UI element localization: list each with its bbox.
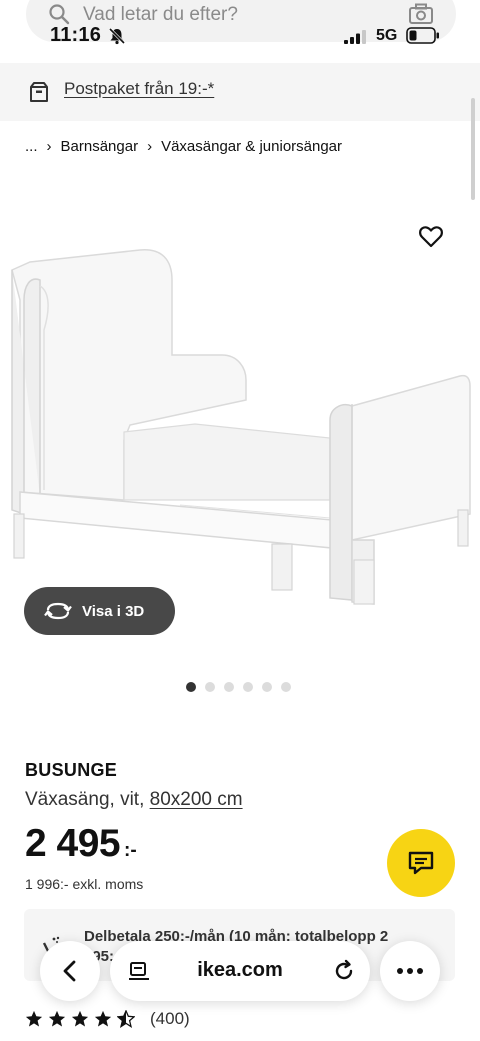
search-placeholder[interactable]: Vad letar du efter? xyxy=(83,4,238,26)
breadcrumb: ... › Barnsängar › Växasängar & juniorsä… xyxy=(25,138,342,155)
battery-icon xyxy=(406,27,439,44)
view-3d-button[interactable]: Visa i 3D xyxy=(24,587,175,635)
browser-domain[interactable]: ikea.com xyxy=(110,959,370,982)
rotate-3d-icon xyxy=(44,602,72,620)
status-time: 11:16 xyxy=(50,24,102,46)
star-half-icon xyxy=(117,1010,135,1028)
pager-dot[interactable] xyxy=(281,682,291,692)
chevron-right-icon: › xyxy=(46,138,52,155)
chat-icon xyxy=(408,851,434,875)
pager-dot[interactable] xyxy=(224,682,234,692)
package-icon xyxy=(30,82,48,102)
favorite-heart-icon[interactable] xyxy=(418,224,444,250)
pager-dot[interactable] xyxy=(205,682,215,692)
chevron-right-icon: › xyxy=(147,138,153,155)
network-type: 5G xyxy=(376,27,398,44)
star-filled-icon xyxy=(48,1010,66,1027)
product-name: BUSUNGE xyxy=(25,760,118,780)
scrollbar[interactable] xyxy=(471,98,475,200)
browser-address-bar[interactable]: ikea.com xyxy=(110,941,370,1001)
product-price-suffix: :- xyxy=(124,840,137,861)
product-price: 2 495 xyxy=(25,822,121,865)
price-excl-vat: 1 996:- exkl. moms xyxy=(25,876,144,892)
star-filled-icon xyxy=(71,1010,89,1027)
more-dots-icon xyxy=(397,968,423,974)
breadcrumb-item-vaxasangar[interactable]: Växasängar & juniorsängar xyxy=(161,138,342,155)
star-filled-icon xyxy=(25,1010,43,1027)
image-pager xyxy=(186,682,291,692)
signal-icon xyxy=(344,30,366,44)
browser-back-button[interactable] xyxy=(40,941,100,1001)
pager-dot[interactable] xyxy=(243,682,253,692)
reload-icon[interactable] xyxy=(332,959,356,983)
view-3d-label: Visa i 3D xyxy=(82,602,145,620)
product-rating[interactable]: (400) xyxy=(25,1009,190,1029)
product-description: Växasäng, vit, 80x200 cm xyxy=(25,789,243,811)
chevron-left-icon xyxy=(63,960,76,982)
product-image[interactable] xyxy=(0,200,480,620)
delivery-banner-link[interactable]: Postpaket från 19:-* xyxy=(64,79,214,99)
product-type: Växasäng, vit, xyxy=(25,789,145,810)
rating-count: (400) xyxy=(150,1009,190,1028)
pager-dot[interactable] xyxy=(262,682,272,692)
browser-more-button[interactable] xyxy=(380,941,440,1001)
breadcrumb-item-barnsangar[interactable]: Barnsängar xyxy=(61,138,139,155)
top-bar: Vad letar du efter? 11:16 5G xyxy=(0,0,480,62)
pager-dot[interactable] xyxy=(186,682,196,692)
camera-icon[interactable] xyxy=(408,3,434,25)
star-filled-icon xyxy=(94,1010,112,1027)
product-size-link[interactable]: 80x200 cm xyxy=(150,789,243,810)
chat-button[interactable] xyxy=(387,829,455,897)
search-icon[interactable] xyxy=(48,3,70,25)
breadcrumb-item-more[interactable]: ... xyxy=(25,138,38,155)
bell-muted-icon xyxy=(108,27,126,45)
